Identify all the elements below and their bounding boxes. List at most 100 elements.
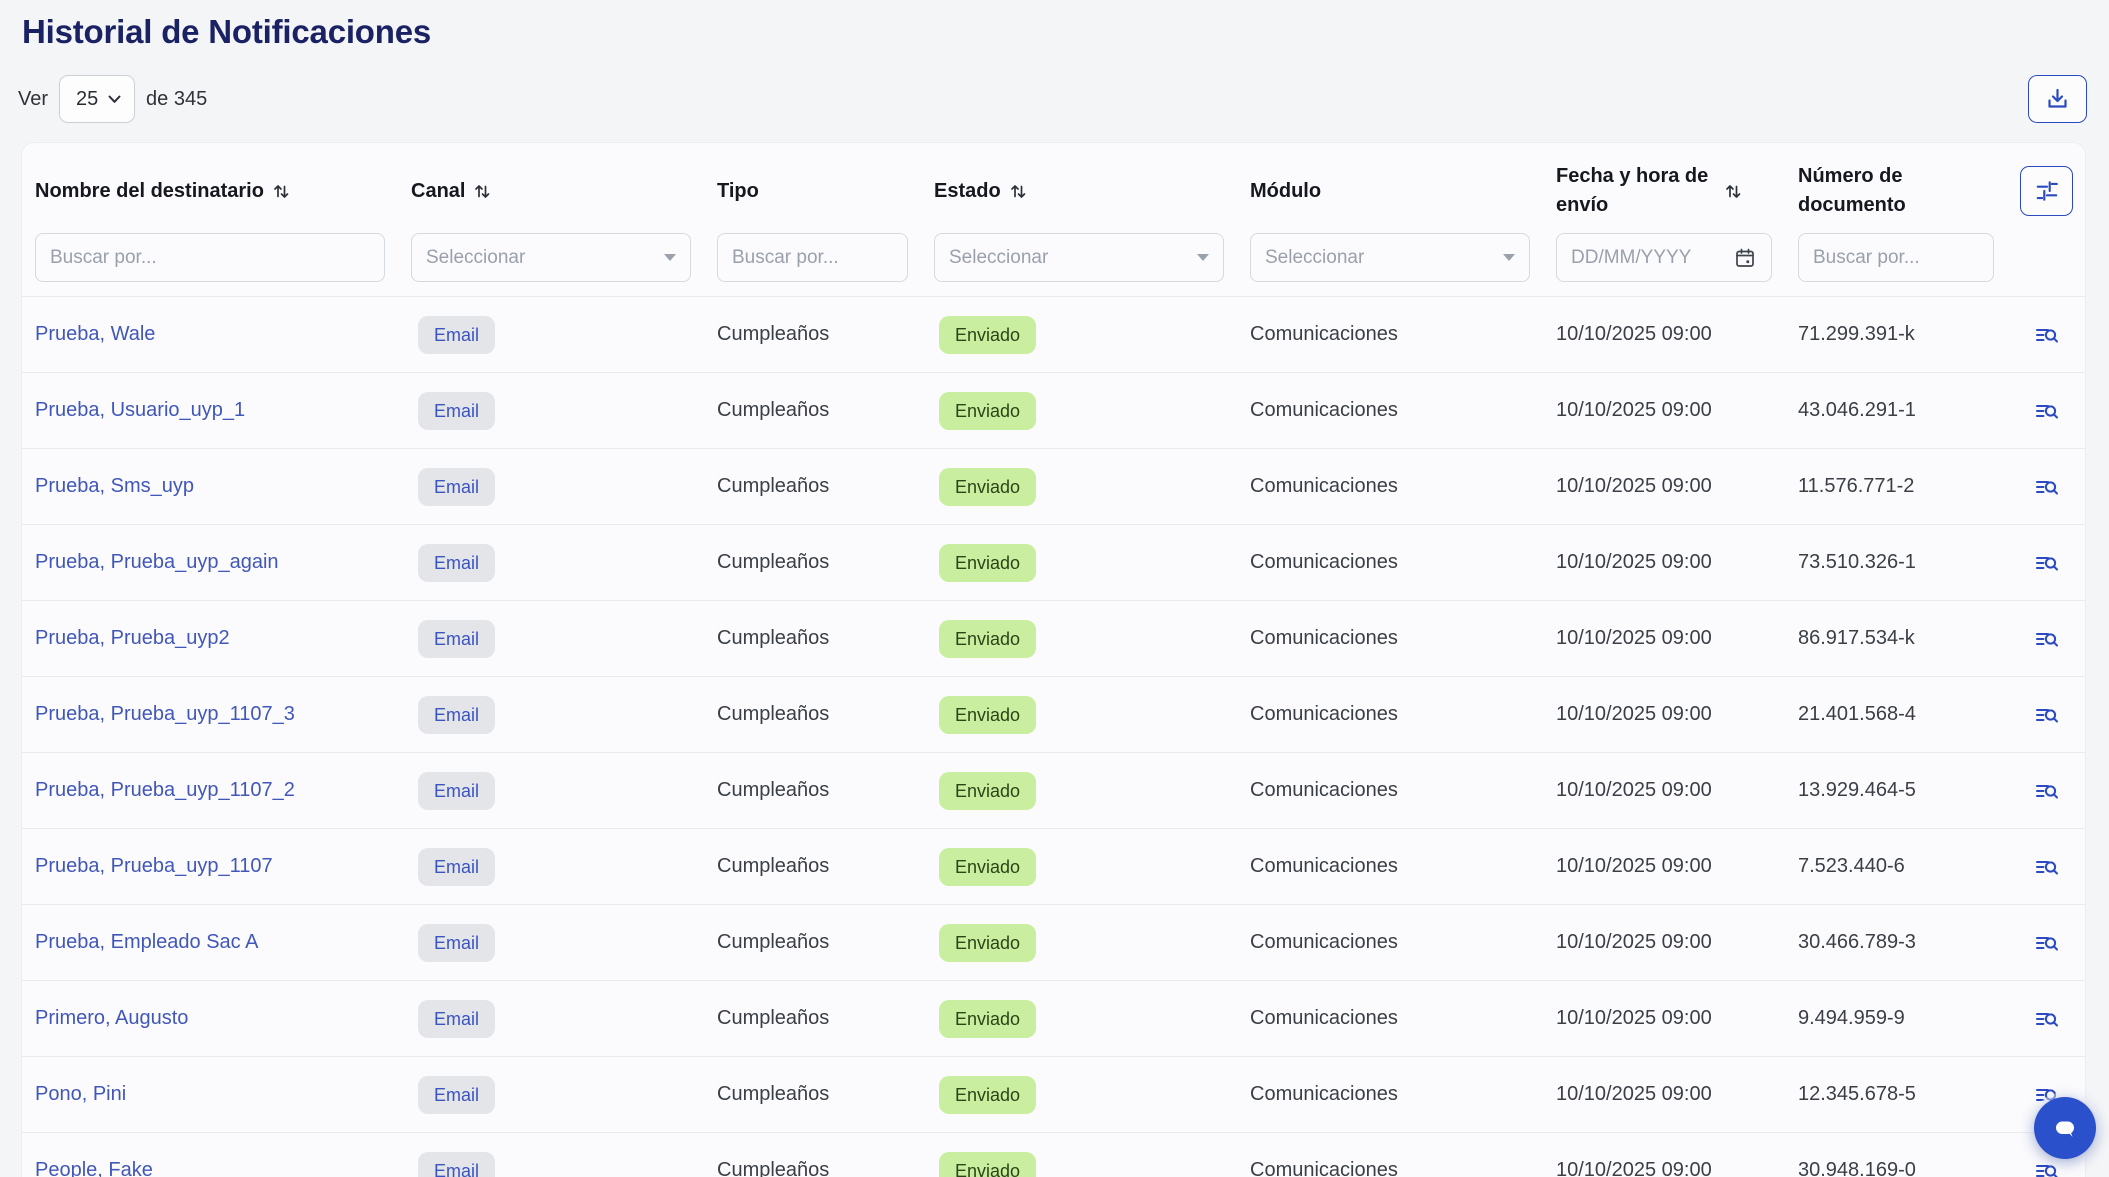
recipient-name-link[interactable]: Prueba, Empleado Sac A: [35, 931, 258, 953]
sort-icon[interactable]: [1010, 183, 1027, 200]
filter-estado-select[interactable]: Seleccionar: [934, 233, 1224, 282]
type-cell: Cumpleaños: [717, 703, 934, 726]
search-list-icon: [2035, 780, 2059, 802]
status-badge: Enviado: [939, 316, 1036, 354]
page-title: Historial de Notificaciones: [22, 13, 431, 51]
table-filter-row: Seleccionar Seleccionar Seleccionar: [22, 233, 2085, 296]
type-cell: Cumpleaños: [717, 1159, 934, 1177]
recipient-name-link[interactable]: People, Fake: [35, 1159, 153, 1177]
filter-modulo-select[interactable]: Seleccionar: [1250, 233, 1530, 282]
sent-datetime-cell: 10/10/2025 09:00: [1556, 323, 1798, 346]
table-row: Prueba, Prueba_uyp2 Email Cumpleaños Env…: [22, 600, 2085, 676]
chat-widget-button[interactable]: [2034, 1097, 2096, 1159]
channel-badge: Email: [418, 468, 495, 506]
channel-badge: Email: [418, 1152, 495, 1177]
date-input[interactable]: [1571, 247, 1733, 269]
sort-icon[interactable]: [474, 183, 491, 200]
type-cell: Cumpleaños: [717, 855, 934, 878]
channel-badge: Email: [418, 392, 495, 430]
module-cell: Comunicaciones: [1250, 703, 1556, 726]
search-list-icon: [2035, 476, 2059, 498]
view-details-button[interactable]: [2035, 400, 2059, 422]
pagination-toolbar: Ver 25 de 345: [18, 74, 207, 124]
search-list-icon: [2035, 1160, 2059, 1177]
module-cell: Comunicaciones: [1250, 855, 1556, 878]
channel-badge: Email: [418, 924, 495, 962]
sort-icon[interactable]: [273, 183, 290, 200]
sent-datetime-cell: 10/10/2025 09:00: [1556, 1159, 1798, 1177]
search-input[interactable]: [732, 247, 893, 269]
search-list-icon: [2035, 1008, 2059, 1030]
type-cell: Cumpleaños: [717, 551, 934, 574]
search-list-icon: [2035, 324, 2059, 346]
search-list-icon: [2035, 628, 2059, 650]
column-header-estado[interactable]: Estado: [934, 177, 1250, 206]
document-number-cell: 86.917.534-k: [1798, 627, 2020, 650]
table-row: Prueba, Prueba_uyp_again Email Cumpleaño…: [22, 524, 2085, 600]
view-details-button[interactable]: [2035, 324, 2059, 346]
status-badge: Enviado: [939, 1076, 1036, 1114]
type-cell: Cumpleaños: [717, 627, 934, 650]
sent-datetime-cell: 10/10/2025 09:00: [1556, 551, 1798, 574]
view-details-button[interactable]: [2035, 628, 2059, 650]
filter-canal-select[interactable]: Seleccionar: [411, 233, 691, 282]
filter-tipo-input[interactable]: [717, 233, 908, 282]
document-number-cell: 73.510.326-1: [1798, 551, 2020, 574]
document-number-cell: 43.046.291-1: [1798, 399, 2020, 422]
recipient-name-link[interactable]: Prueba, Usuario_uyp_1: [35, 399, 245, 421]
dropdown-caret-icon: [1503, 254, 1515, 261]
table-row: Prueba, Usuario_uyp_1 Email Cumpleaños E…: [22, 372, 2085, 448]
search-list-icon: [2035, 932, 2059, 954]
recipient-name-link[interactable]: Prueba, Prueba_uyp_1107: [35, 855, 273, 877]
column-header-documento: Número de documento: [1798, 162, 2020, 220]
filter-fecha-input[interactable]: [1556, 233, 1772, 282]
recipient-name-link[interactable]: Pono, Pini: [35, 1083, 126, 1105]
table-row: People, Fake Email Cumpleaños Enviado Co…: [22, 1132, 2085, 1177]
search-input[interactable]: [50, 247, 370, 269]
view-details-button[interactable]: [2035, 1160, 2059, 1177]
download-button[interactable]: [2028, 75, 2087, 123]
filter-documento-input[interactable]: [1798, 233, 1994, 282]
recipient-name-link[interactable]: Prueba, Prueba_uyp_again: [35, 551, 279, 573]
type-cell: Cumpleaños: [717, 779, 934, 802]
status-badge: Enviado: [939, 696, 1036, 734]
recipient-name-link[interactable]: Prueba, Wale: [35, 323, 155, 345]
recipient-name-link[interactable]: Prueba, Prueba_uyp_1107_2: [35, 779, 295, 801]
search-input[interactable]: [1813, 247, 1979, 269]
column-header-nombre[interactable]: Nombre del destinatario: [35, 177, 411, 206]
search-list-icon: [2035, 704, 2059, 726]
module-cell: Comunicaciones: [1250, 323, 1556, 346]
calendar-icon[interactable]: [1733, 246, 1757, 270]
recipient-name-link[interactable]: Prueba, Prueba_uyp_1107_3: [35, 703, 295, 725]
page-size-value: 25: [76, 88, 98, 111]
table-row: Pono, Pini Email Cumpleaños Enviado Comu…: [22, 1056, 2085, 1132]
type-cell: Cumpleaños: [717, 323, 934, 346]
view-details-button[interactable]: [2035, 476, 2059, 498]
table-row: Prueba, Empleado Sac A Email Cumpleaños …: [22, 904, 2085, 980]
type-cell: Cumpleaños: [717, 931, 934, 954]
sent-datetime-cell: 10/10/2025 09:00: [1556, 627, 1798, 650]
column-settings-button[interactable]: [2020, 166, 2073, 216]
view-details-button[interactable]: [2035, 780, 2059, 802]
module-cell: Comunicaciones: [1250, 551, 1556, 574]
channel-badge: Email: [418, 1000, 495, 1038]
view-details-button[interactable]: [2035, 856, 2059, 878]
document-number-cell: 21.401.568-4: [1798, 703, 2020, 726]
status-badge: Enviado: [939, 924, 1036, 962]
column-header-canal[interactable]: Canal: [411, 177, 717, 206]
view-details-button[interactable]: [2035, 1008, 2059, 1030]
type-cell: Cumpleaños: [717, 399, 934, 422]
column-header-fecha[interactable]: Fecha y hora de envío: [1556, 162, 1798, 220]
recipient-name-link[interactable]: Prueba, Prueba_uyp2: [35, 627, 230, 649]
recipient-name-link[interactable]: Prueba, Sms_uyp: [35, 475, 194, 497]
status-badge: Enviado: [939, 544, 1036, 582]
channel-badge: Email: [418, 316, 495, 354]
page-size-select[interactable]: 25: [59, 75, 135, 123]
status-badge: Enviado: [939, 772, 1036, 810]
sort-icon[interactable]: [1725, 183, 1742, 200]
filter-nombre-input[interactable]: [35, 233, 385, 282]
view-details-button[interactable]: [2035, 552, 2059, 574]
view-details-button[interactable]: [2035, 704, 2059, 726]
view-details-button[interactable]: [2035, 932, 2059, 954]
recipient-name-link[interactable]: Primero, Augusto: [35, 1007, 188, 1029]
